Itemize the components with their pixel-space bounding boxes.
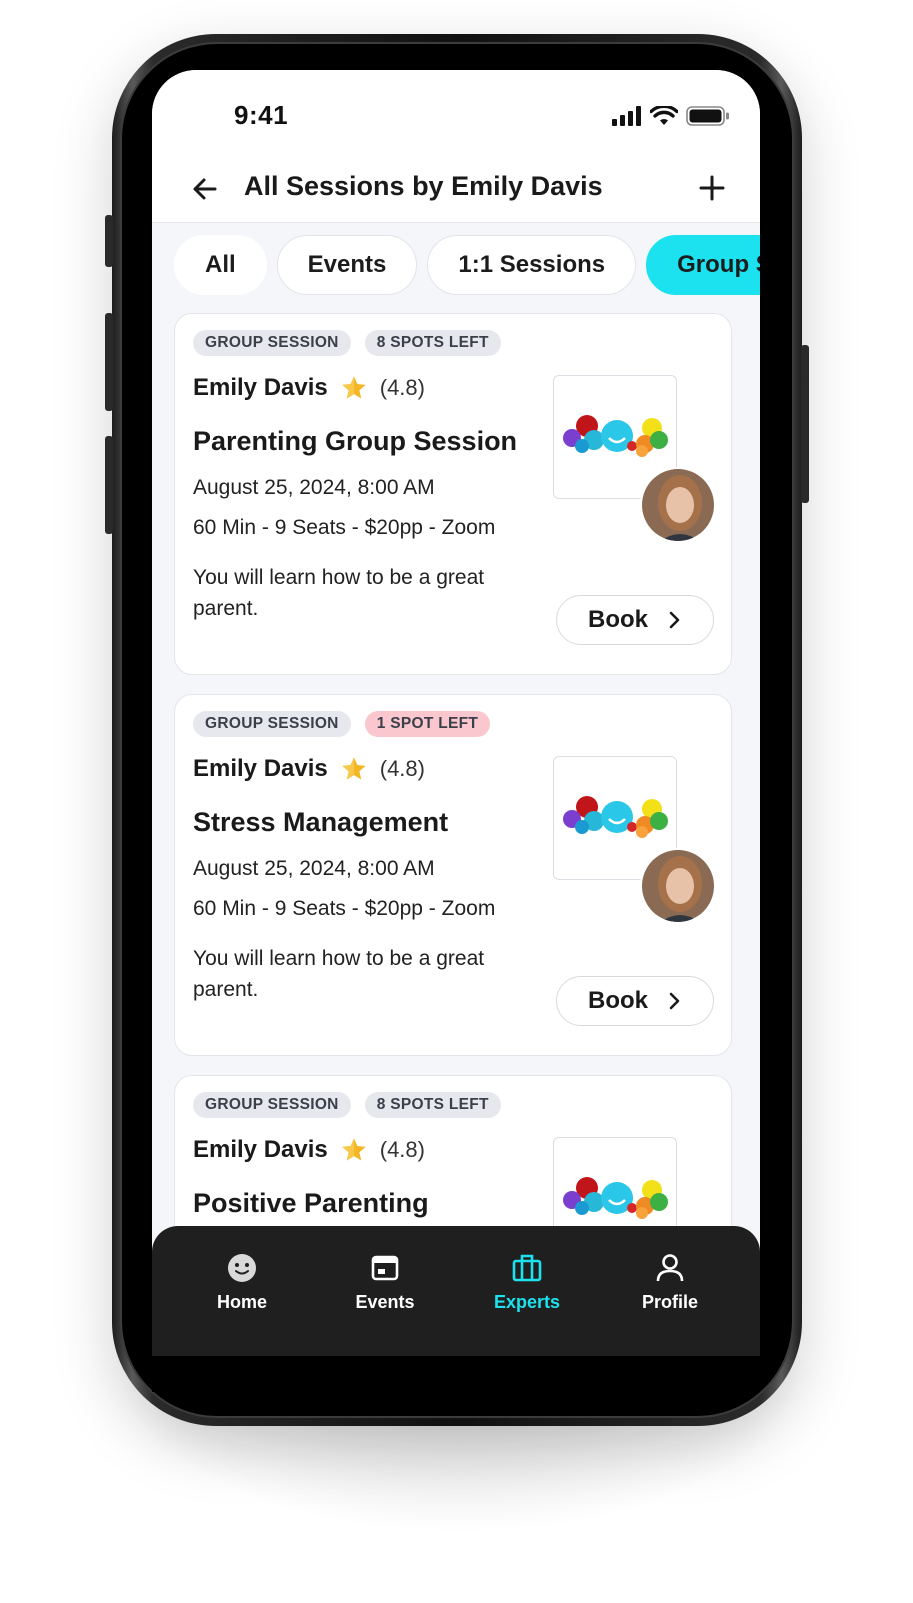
filter-chip-all[interactable]: All bbox=[174, 235, 267, 295]
card-tags: GROUP SESSION 1 SPOT LEFT bbox=[193, 711, 491, 737]
back-arrow-icon[interactable] bbox=[188, 172, 222, 206]
host-name: Emily Davis bbox=[193, 374, 328, 401]
session-description: You will learn how to be a great parent. bbox=[193, 566, 485, 620]
session-type-tag: GROUP SESSION bbox=[193, 711, 351, 737]
host-row: Emily Davis (4.8) bbox=[193, 374, 425, 402]
card-tags: GROUP SESSION 8 SPOTS LEFT bbox=[193, 330, 501, 356]
filter-chip-group-sessions[interactable]: Group Sessions bbox=[646, 235, 760, 295]
calendar-icon bbox=[371, 1255, 399, 1281]
briefcase-icon bbox=[512, 1254, 542, 1282]
session-title: Stress Management bbox=[193, 807, 449, 837]
add-icon[interactable] bbox=[694, 170, 730, 206]
session-title: Parenting Group Session bbox=[193, 426, 518, 456]
tab-experts[interactable]: Experts bbox=[467, 1252, 587, 1313]
filter-chip-one-on-one[interactable]: 1:1 Sessions bbox=[427, 235, 637, 295]
tab-profile[interactable]: Profile bbox=[610, 1252, 730, 1313]
spots-left-tag: 1 SPOT LEFT bbox=[364, 711, 491, 737]
star-icon bbox=[342, 757, 366, 780]
status-icons bbox=[612, 106, 730, 126]
host-name: Emily Davis bbox=[193, 1136, 328, 1163]
app-screen: 9:41 All Sessions by Emily Davis All Eve… bbox=[152, 70, 760, 1392]
spots-left-tag: 8 SPOTS LEFT bbox=[364, 1092, 501, 1118]
host-row: Emily Davis (4.8) bbox=[193, 1136, 425, 1164]
rating-value: (4.8) bbox=[379, 1137, 425, 1162]
filter-chip-events[interactable]: Events bbox=[276, 235, 418, 295]
power-button bbox=[801, 345, 809, 503]
person-photo-image bbox=[642, 850, 714, 922]
person-icon bbox=[656, 1254, 684, 1282]
session-date: August 25, 2024, 8:00 AM bbox=[193, 857, 435, 880]
host-row: Emily Davis (4.8) bbox=[193, 755, 425, 783]
session-card[interactable]: GROUP SESSION 8 SPOTS LEFT Emily Davis (… bbox=[174, 313, 732, 675]
book-button[interactable]: Book bbox=[556, 976, 714, 1026]
mute-switch bbox=[105, 215, 113, 267]
tab-home[interactable]: Home bbox=[182, 1252, 302, 1313]
bottom-bezel bbox=[152, 1356, 760, 1392]
rating-value: (4.8) bbox=[379, 756, 425, 781]
filter-chips: All Events 1:1 Sessions Group Sessions bbox=[174, 235, 760, 295]
cellular-signal-icon bbox=[612, 106, 641, 126]
battery-icon bbox=[686, 106, 729, 126]
session-type-tag: GROUP SESSION bbox=[193, 1092, 351, 1118]
tab-label: Events bbox=[355, 1292, 415, 1312]
session-meta: 60 Min - 9 Seats - $20pp - Zoom bbox=[193, 516, 496, 539]
status-time: 9:41 bbox=[234, 100, 289, 130]
person-photo-image bbox=[642, 469, 714, 541]
host-avatar bbox=[640, 467, 716, 543]
session-type-tag: GROUP SESSION bbox=[193, 330, 351, 356]
spots-left-tag: 8 SPOTS LEFT bbox=[364, 330, 501, 356]
bottom-tab-bar: Home Events Experts Profile bbox=[152, 1226, 760, 1356]
chevron-right-icon bbox=[669, 992, 680, 1010]
tab-label: Experts bbox=[493, 1292, 561, 1312]
chevron-right-icon bbox=[669, 611, 680, 629]
session-date: August 25, 2024, 8:00 AM bbox=[193, 476, 435, 499]
book-button[interactable]: Book bbox=[556, 595, 714, 645]
volume-down-button bbox=[105, 436, 113, 534]
host-name: Emily Davis bbox=[193, 755, 328, 782]
session-title: Positive Parenting bbox=[193, 1188, 429, 1218]
session-card[interactable]: GROUP SESSION 1 SPOT LEFT Emily Davis (4… bbox=[174, 694, 732, 1056]
status-bar: 9:41 bbox=[152, 70, 760, 156]
tab-events[interactable]: Events bbox=[325, 1252, 445, 1313]
wifi-icon bbox=[650, 106, 678, 125]
star-icon bbox=[342, 376, 366, 399]
app-header: All Sessions by Emily Davis bbox=[152, 156, 760, 223]
session-description: You will learn how to be a great parent. bbox=[193, 947, 485, 1001]
tab-label: Home bbox=[216, 1292, 267, 1312]
host-avatar bbox=[640, 848, 716, 924]
page-title: All Sessions by Emily Davis bbox=[244, 171, 603, 201]
tab-label: Profile bbox=[641, 1292, 698, 1312]
smiley-face-icon bbox=[228, 1254, 256, 1282]
star-icon bbox=[342, 1138, 366, 1161]
book-button-label: Book bbox=[588, 987, 648, 1014]
card-tags: GROUP SESSION 8 SPOTS LEFT bbox=[193, 1092, 501, 1118]
book-button-label: Book bbox=[588, 606, 648, 633]
volume-up-button bbox=[105, 313, 113, 411]
rating-value: (4.8) bbox=[379, 375, 425, 400]
session-meta: 60 Min - 9 Seats - $20pp - Zoom bbox=[193, 897, 496, 920]
